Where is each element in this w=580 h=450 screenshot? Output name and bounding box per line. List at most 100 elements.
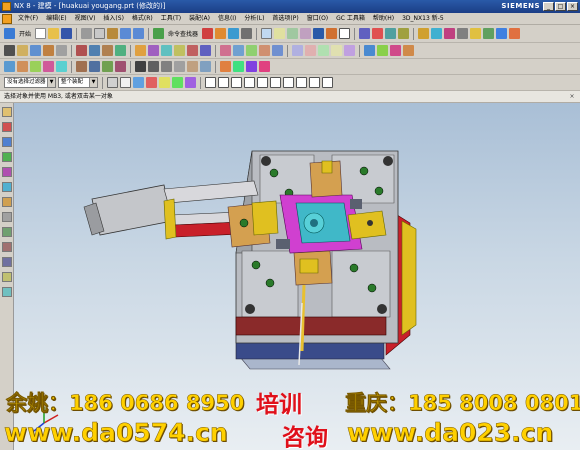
split-body-icon[interactable] — [200, 45, 211, 56]
analysis-icon[interactable] — [398, 28, 410, 39]
replace-face-icon[interactable] — [233, 45, 244, 56]
menu-assemblies[interactable]: 装配(A) — [185, 13, 214, 24]
roles-icon[interactable] — [1, 257, 12, 267]
copy-icon[interactable] — [94, 28, 106, 39]
menu-preferences[interactable]: 首选项(P) — [268, 13, 302, 24]
cooling-icon[interactable] — [496, 28, 508, 39]
menu-analysis[interactable]: 分析(L) — [240, 13, 268, 24]
endpoint-snap-icon[interactable] — [205, 77, 216, 88]
project-curve-icon[interactable] — [187, 61, 198, 72]
snap-icon[interactable] — [220, 61, 231, 72]
zoom-icon[interactable] — [274, 28, 286, 39]
deselect-icon[interactable] — [120, 77, 131, 88]
edge-select-icon[interactable] — [185, 77, 196, 88]
mirror-icon[interactable] — [305, 45, 316, 56]
unite-icon[interactable] — [89, 45, 100, 56]
slider-icon[interactable] — [483, 28, 495, 39]
process-studio-icon[interactable] — [1, 227, 12, 237]
circle-center-snap-icon[interactable] — [257, 77, 268, 88]
mold-base-icon[interactable] — [457, 28, 469, 39]
chevron-down-icon[interactable]: ▼ — [89, 78, 97, 87]
gate-icon[interactable] — [509, 28, 521, 39]
edge-blend-icon[interactable] — [135, 45, 146, 56]
color-icon[interactable] — [372, 28, 384, 39]
layer-icon[interactable] — [359, 28, 371, 39]
selection-scope-dropdown[interactable]: 整个装配 ▼ — [58, 77, 98, 88]
ruled-icon[interactable] — [30, 61, 41, 72]
view-fit-icon[interactable] — [261, 28, 273, 39]
chamfer-icon[interactable] — [148, 45, 159, 56]
intersection-snap-icon[interactable] — [283, 77, 294, 88]
offset-face-icon[interactable] — [220, 45, 231, 56]
chevron-down-icon[interactable]: ▼ — [47, 78, 55, 87]
part-navigator-icon[interactable] — [1, 137, 12, 147]
add-component-icon[interactable] — [377, 45, 388, 56]
intersect-icon[interactable] — [115, 45, 126, 56]
shaded-icon[interactable] — [326, 28, 338, 39]
command-finder-label[interactable]: 命令查找器 — [168, 29, 198, 38]
revolve-icon[interactable] — [228, 28, 240, 39]
snap-midpoint-icon[interactable] — [246, 61, 257, 72]
spline-icon[interactable] — [161, 61, 172, 72]
menu-format[interactable]: 格式(R) — [128, 13, 157, 24]
save-icon[interactable] — [61, 28, 73, 39]
quick-pick-icon[interactable] — [159, 77, 170, 88]
wave-link-icon[interactable] — [331, 45, 342, 56]
menu-tools[interactable]: 工具(T) — [157, 13, 185, 24]
point-icon[interactable] — [4, 45, 15, 56]
menu-information[interactable]: 信息(I) — [214, 13, 240, 24]
midpoint-snap-icon[interactable] — [218, 77, 229, 88]
history-icon[interactable] — [1, 197, 12, 207]
assembly-navigator-icon[interactable] — [1, 107, 12, 117]
face-select-icon[interactable] — [172, 77, 183, 88]
quadrant-snap-icon[interactable] — [270, 77, 281, 88]
trim-body-icon[interactable] — [187, 45, 198, 56]
web-browser-icon[interactable] — [1, 182, 12, 192]
menu-view[interactable]: 视图(V) — [71, 13, 100, 24]
filter-icon[interactable] — [133, 77, 144, 88]
ejector-icon[interactable] — [470, 28, 482, 39]
menu-gc-toolkit[interactable]: GC 工具箱 — [332, 13, 369, 24]
snap-point-icon[interactable] — [146, 77, 157, 88]
datum-axis-icon[interactable] — [30, 45, 41, 56]
hole-icon[interactable] — [241, 28, 253, 39]
snap-center-icon[interactable] — [259, 61, 270, 72]
delete-face-icon[interactable] — [259, 45, 270, 56]
close-icon[interactable]: × — [568, 93, 576, 101]
bounded-plane-icon[interactable] — [43, 61, 54, 72]
pattern-icon[interactable] — [292, 45, 303, 56]
constraint-navigator-icon[interactable] — [1, 122, 12, 132]
start-icon[interactable] — [4, 28, 15, 39]
palettes-icon[interactable] — [1, 287, 12, 297]
intersection-curve-icon[interactable] — [200, 61, 211, 72]
arc-snap-icon[interactable] — [244, 77, 255, 88]
mold-wizard-icon[interactable] — [418, 28, 430, 39]
minimize-button[interactable]: _ — [543, 2, 554, 11]
cylinder-icon[interactable] — [56, 45, 67, 56]
block-icon[interactable] — [43, 45, 54, 56]
menu-help[interactable]: 帮助(H) — [369, 13, 398, 24]
existing-point-snap-icon[interactable] — [296, 77, 307, 88]
start-button-label[interactable]: 开始 — [19, 29, 31, 38]
shell-icon[interactable] — [161, 45, 172, 56]
menu-edit[interactable]: 编辑(E) — [42, 13, 70, 24]
menu-file[interactable]: 文件(F) — [14, 13, 42, 24]
reuse-library-icon[interactable] — [1, 152, 12, 162]
cut-icon[interactable] — [81, 28, 93, 39]
extrude-icon[interactable] — [215, 28, 227, 39]
close-button[interactable]: × — [567, 2, 578, 11]
trim-sheet-icon[interactable] — [102, 61, 113, 72]
measure-icon[interactable] — [385, 28, 397, 39]
line-icon[interactable] — [135, 61, 146, 72]
extend-icon[interactable] — [115, 61, 126, 72]
rectangle-icon[interactable] — [174, 61, 185, 72]
maximize-button[interactable]: □ — [555, 2, 566, 11]
assembly-icon[interactable] — [364, 45, 375, 56]
parting-icon[interactable] — [431, 28, 443, 39]
sew-icon[interactable] — [344, 45, 355, 56]
constraint-icon[interactable] — [390, 45, 401, 56]
select-all-icon[interactable] — [107, 77, 118, 88]
datum-plane-icon[interactable] — [17, 45, 28, 56]
draft-icon[interactable] — [174, 45, 185, 56]
pull-face-icon[interactable] — [272, 45, 283, 56]
